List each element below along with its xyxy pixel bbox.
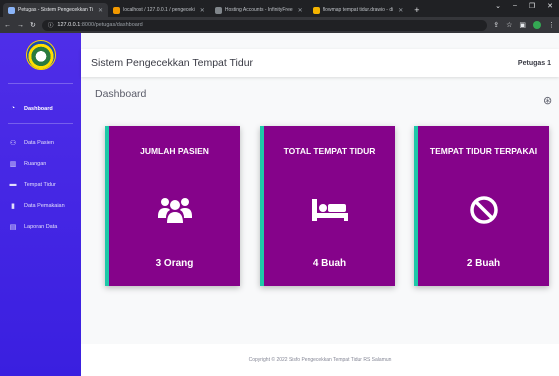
ban-icon <box>418 192 549 228</box>
new-tab-button[interactable]: + <box>408 3 425 17</box>
card-tempat-tidur-terpakai: TEMPAT TIDUR TERPAKAI 2 Buah <box>414 126 549 286</box>
sidebar-brand[interactable] <box>0 33 81 77</box>
card-value: 2 Buah <box>466 258 501 269</box>
profile-avatar[interactable] <box>533 21 541 29</box>
reload-icon[interactable]: ↻ <box>30 21 36 29</box>
page-title: Dashboard <box>95 88 147 100</box>
bed-icon: ▬ <box>9 181 17 188</box>
user-menu[interactable]: Petugas 1 <box>518 60 551 67</box>
tab-close-icon[interactable]: ✕ <box>200 7 205 14</box>
tab-favicon-icon <box>312 6 320 14</box>
tab-favicon-icon <box>214 6 222 14</box>
bed-icon <box>264 192 395 228</box>
star-icon[interactable]: ☆ <box>506 21 512 29</box>
sidebar-item-data-pemakaian[interactable]: ▮ Data Pemakaian <box>0 195 81 216</box>
close-icon[interactable]: ✕ <box>547 2 553 10</box>
building-icon: ▥ <box>9 160 17 168</box>
menu-dots-icon[interactable]: ⋮ <box>548 21 555 29</box>
footer: Copyright © 2022 Sisfo Pengecekkan Tempa… <box>81 344 559 376</box>
browser-tab-bar: Petugas - Sistem Pengecekkan Ti ✕ localh… <box>0 0 559 17</box>
sidebar-item-dashboard[interactable]: ◔ Dashboard <box>0 98 81 119</box>
tab-close-icon[interactable]: ✕ <box>298 7 303 14</box>
tab-favicon-icon <box>8 6 15 14</box>
users-icon: ⚇ <box>9 139 17 147</box>
minimize-icon[interactable]: – <box>513 2 517 10</box>
sidebar-item-ruangan[interactable]: ▥ Ruangan <box>0 153 81 174</box>
window-controls: ⌄ – ❐ ✕ <box>495 2 553 10</box>
forward-icon[interactable]: → <box>17 22 24 29</box>
globe-icon[interactable]: ⊛ <box>543 94 552 107</box>
card-jumlah-pasien: JUMLAH PASIEN 3 Orang <box>105 126 240 286</box>
card-title: TEMPAT TIDUR TERPAKAI <box>429 146 538 156</box>
sidebar-divider <box>8 123 73 124</box>
sidebar-divider <box>8 83 73 84</box>
copyright-text: Copyright © 2022 Sisfo Pengecekkan Tempa… <box>248 357 392 363</box>
card-total-tempat-tidur: TOTAL TEMPAT TIDUR 4 Buah <box>260 126 395 286</box>
users-icon <box>109 192 240 228</box>
share-icon[interactable]: ⇪ <box>493 21 499 29</box>
card-title: TOTAL TEMPAT TIDUR <box>283 146 376 156</box>
tab-close-icon[interactable]: ✕ <box>398 7 403 14</box>
sidebar-item-data-pasien[interactable]: ⚇ Data Pasien <box>0 132 81 153</box>
info-icon[interactable]: ⓘ <box>48 21 54 29</box>
browser-tab-infinityfree[interactable]: Hosting Accounts - InfinityFree ✕ <box>210 3 308 17</box>
sidebar-item-tempat-tidur[interactable]: ▬ Tempat Tidur <box>0 174 81 195</box>
browser-tab-phpmyadmin[interactable]: localhost / 127.0.0.1 / pengeceki ✕ <box>108 3 210 17</box>
file-icon: ▮ <box>11 202 15 210</box>
address-bar[interactable]: ⓘ 127.0.0.1:8000/petugas/dashboard <box>41 19 488 31</box>
tab-favicon-icon <box>113 6 121 14</box>
back-icon[interactable]: ← <box>4 22 11 29</box>
speedometer-icon: ◔ <box>10 105 16 112</box>
maximize-icon[interactable]: ❐ <box>529 2 535 10</box>
card-title: JUMLAH PASIEN <box>140 146 209 156</box>
browser-tab-drawio[interactable]: flowmap tempat tidur.drawio - di ✕ <box>308 3 409 17</box>
chevron-down-icon[interactable]: ⌄ <box>495 2 501 10</box>
sidebar-item-laporan-data[interactable]: ▤ Laporan Data <box>0 216 81 237</box>
report-icon: ▤ <box>9 223 17 231</box>
card-value: 3 Orang <box>155 258 194 269</box>
card-value: 4 Buah <box>312 258 347 269</box>
topbar: Sistem Pengecekkan Tempat Tidur Petugas … <box>81 49 559 77</box>
browser-toolbar: ← → ↻ ⓘ 127.0.0.1:8000/petugas/dashboard… <box>0 17 559 33</box>
tab-close-icon[interactable]: ✕ <box>98 7 103 14</box>
sidepanel-icon[interactable]: ▣ <box>519 21 526 29</box>
hospital-logo <box>25 40 56 70</box>
app-brand: Sistem Pengecekkan Tempat Tidur <box>91 57 254 69</box>
browser-tab-petugas[interactable]: Petugas - Sistem Pengecekkan Ti ✕ <box>3 3 109 17</box>
sidebar: ◔ Dashboard ⚇ Data Pasien ▥ Ruangan ▬ Te… <box>0 33 81 376</box>
